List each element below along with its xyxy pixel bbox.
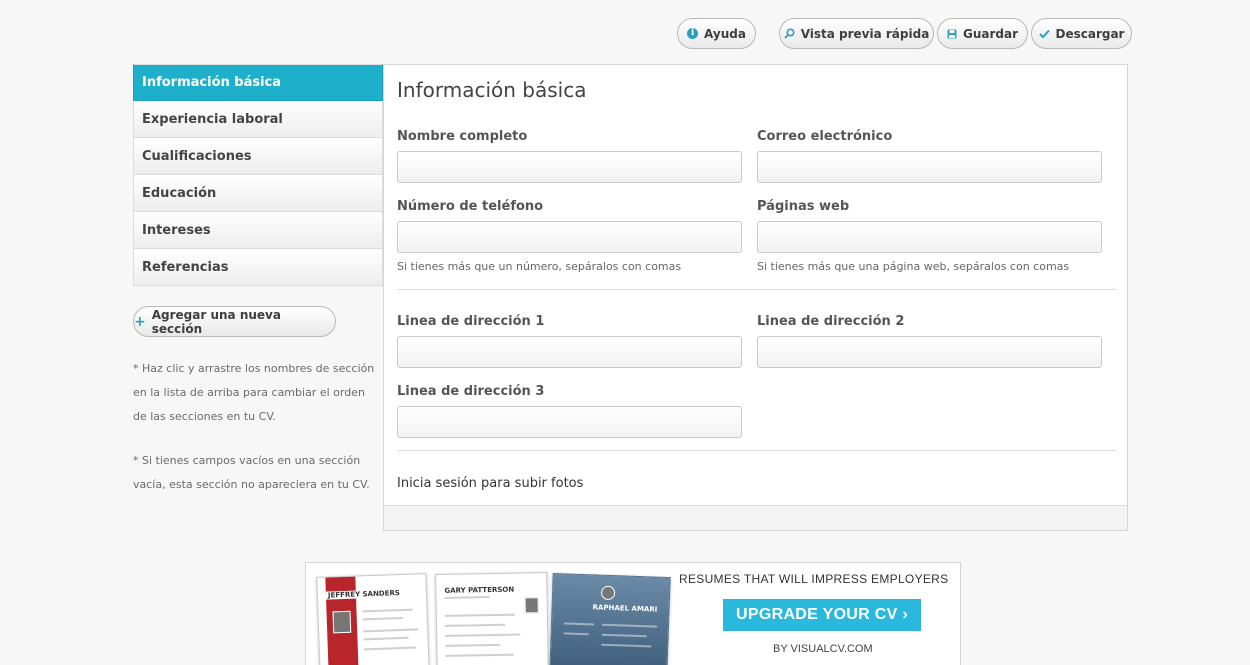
cv-thumbnail: GARY PATTERSON	[435, 572, 549, 665]
cv-line	[363, 636, 409, 641]
toolbar: i Ayuda Vista previa rápida Guardar Desc…	[0, 18, 1250, 49]
sidebar-item-label: Experiencia laboral	[142, 111, 283, 127]
cv-name: GARY PATTERSON	[444, 585, 515, 595]
address3-input[interactable]	[397, 406, 742, 438]
sidebar-item-label: Cualificaciones	[142, 148, 252, 164]
reorder-note: * Haz clic y arrastre los nombres de sec…	[133, 362, 375, 423]
sidebar-item-basic-info[interactable]: Información básica	[133, 64, 383, 101]
websites-hint: Si tienes más que una página web, sepára…	[757, 260, 1070, 273]
cv-line	[563, 622, 595, 626]
banner-by-line: BY VISUALCV.COM	[773, 643, 873, 655]
quick-preview-button[interactable]: Vista previa rápida	[779, 18, 934, 49]
cv-line	[601, 633, 647, 638]
full-name-input[interactable]	[397, 151, 742, 183]
cv-line	[445, 643, 501, 647]
phone-label: Número de teléfono	[397, 199, 544, 214]
banner-headline: RESUMES THAT WILL IMPRESS EMPLOYERS	[679, 572, 949, 586]
cv-name: RAPHAEL AMARI	[592, 603, 658, 614]
phone-hint: Si tienes más que un número, sepáralos c…	[397, 260, 682, 273]
sidebar-item-work-experience[interactable]: Experiencia laboral	[133, 101, 383, 138]
cv-line	[445, 633, 521, 637]
sidebar-item-label: Intereses	[142, 222, 211, 238]
magnifier-icon	[784, 28, 795, 39]
email-input[interactable]	[757, 151, 1102, 183]
sidebar-item-interests[interactable]: Intereses	[133, 212, 383, 249]
cv-thumbnail: RAPHAEL AMARI	[549, 572, 671, 665]
sidebar-item-label: Educación	[142, 185, 217, 201]
floppy-icon	[947, 29, 957, 39]
cv-line	[362, 616, 403, 621]
cv-line	[601, 623, 658, 628]
cv-name: JEFFREY SANDERS	[325, 588, 403, 600]
cv-photo	[600, 585, 616, 601]
divider	[397, 289, 1117, 290]
phone-input[interactable]	[397, 221, 742, 253]
add-section-label: Agregar una nueva sección	[151, 307, 281, 336]
email-label: Correo electrónico	[757, 129, 893, 144]
help-button-label: Ayuda	[704, 26, 746, 41]
panel-footer	[384, 505, 1127, 530]
plus-icon: +	[134, 313, 146, 330]
save-label: Guardar	[962, 26, 1018, 41]
sidebar-item-education[interactable]: Educación	[133, 175, 383, 212]
save-button[interactable]: Guardar	[937, 18, 1028, 49]
photo-login-link[interactable]: Inicia sesión para subir fotos	[397, 476, 583, 491]
address2-input[interactable]	[757, 336, 1102, 368]
cv-line	[601, 643, 652, 648]
empty-section-note: * Si tienes campos vacíos en una sección…	[133, 454, 370, 491]
cv-line	[444, 613, 515, 617]
cv-line	[563, 632, 589, 636]
websites-label: Páginas web	[757, 199, 850, 214]
cv-line	[445, 653, 514, 657]
cv-line	[445, 623, 506, 627]
sidebar-item-qualifications[interactable]: Cualificaciones	[133, 138, 383, 175]
address1-input[interactable]	[397, 336, 742, 368]
cv-line	[363, 646, 416, 651]
basic-info-panel: Información básica Nombre completo Corre…	[383, 64, 1128, 531]
check-icon	[1038, 29, 1050, 39]
cv-photo	[524, 597, 539, 614]
section-sidebar: Información básica Experiencia laboral C…	[133, 64, 383, 286]
info-icon: i	[687, 28, 699, 39]
add-section-button[interactable]: + Agregar una nueva sección	[133, 306, 336, 337]
upgrade-cv-button[interactable]: UPGRADE YOUR CV ›	[723, 599, 921, 631]
cv-photo	[332, 610, 352, 634]
address1-label: Linea de dirección 1	[397, 314, 545, 329]
page-title: Información básica	[397, 78, 587, 102]
cv-thumbnail: JEFFREY SANDERS	[316, 573, 430, 665]
websites-input[interactable]	[757, 221, 1102, 253]
sidebar-item-label: Información básica	[142, 75, 282, 90]
divider	[397, 450, 1117, 451]
sidebar-item-label: Referencias	[142, 259, 229, 275]
sidebar-item-references[interactable]: Referencias	[133, 249, 383, 286]
quick-preview-label: Vista previa rápida	[800, 26, 930, 41]
upgrade-banner[interactable]: JEFFREY SANDERS GARY PATTERSON RAPHAEL A…	[305, 562, 961, 665]
help-button[interactable]: i Ayuda	[677, 18, 756, 49]
cv-line	[362, 608, 413, 613]
cv-line	[363, 628, 419, 633]
address3-label: Linea de dirección 3	[397, 384, 545, 399]
address2-label: Linea de dirección 2	[757, 314, 905, 329]
download-label: Descargar	[1055, 26, 1125, 41]
full-name-label: Nombre completo	[397, 129, 528, 144]
cv-line	[444, 596, 490, 599]
download-button[interactable]: Descargar	[1031, 18, 1132, 49]
